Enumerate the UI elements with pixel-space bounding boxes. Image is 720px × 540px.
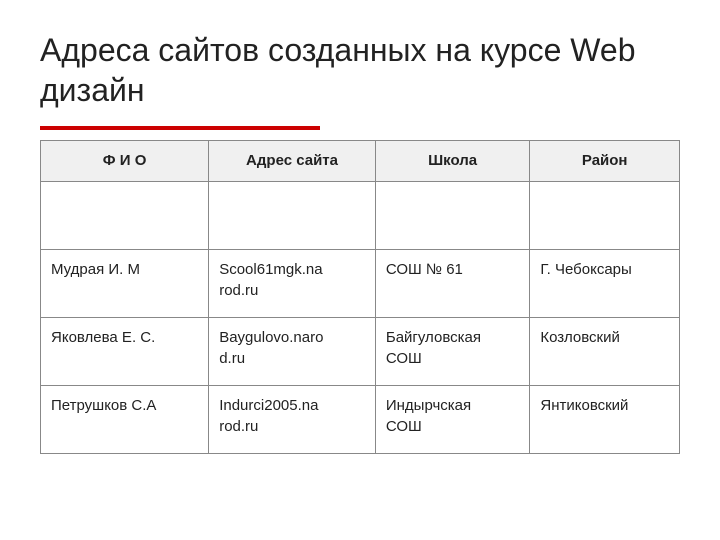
table-cell: [530, 182, 680, 250]
table-cell: [41, 182, 209, 250]
sites-table: Ф И О Адрес сайта Школа Район Мудрая И. …: [40, 140, 680, 454]
table-cell: Г. Чебоксары: [530, 250, 680, 318]
decorative-line: [40, 126, 320, 130]
table-cell: Мудрая И. М: [41, 250, 209, 318]
col-header-district: Район: [530, 141, 680, 182]
table-header-row: Ф И О Адрес сайта Школа Район: [41, 141, 680, 182]
table-cell: [375, 182, 530, 250]
table-row: [41, 182, 680, 250]
table-cell: Baygulovo.narod.ru: [209, 318, 376, 386]
table-cell: Янтиковский: [530, 386, 680, 454]
page-title: Адреса сайтов созданных на курсе Web диз…: [40, 30, 680, 110]
col-header-school: Школа: [375, 141, 530, 182]
table-cell: Scool61mgk.narod.ru: [209, 250, 376, 318]
table-row: Петрушков С.АIndurci2005.narod.ruИндырчс…: [41, 386, 680, 454]
table-cell: БайгуловскаяСОШ: [375, 318, 530, 386]
table-row: Яковлева Е. С.Baygulovo.narod.ruБайгулов…: [41, 318, 680, 386]
table-cell: Indurci2005.narod.ru: [209, 386, 376, 454]
table-cell: СОШ № 61: [375, 250, 530, 318]
table-cell: [209, 182, 376, 250]
table-cell: Яковлева Е. С.: [41, 318, 209, 386]
table-cell: Козловский: [530, 318, 680, 386]
col-header-fio: Ф И О: [41, 141, 209, 182]
col-header-address: Адрес сайта: [209, 141, 376, 182]
table-cell: Петрушков С.А: [41, 386, 209, 454]
table-cell: ИндырчскаяСОШ: [375, 386, 530, 454]
table-row: Мудрая И. МScool61mgk.narod.ruСОШ № 61Г.…: [41, 250, 680, 318]
